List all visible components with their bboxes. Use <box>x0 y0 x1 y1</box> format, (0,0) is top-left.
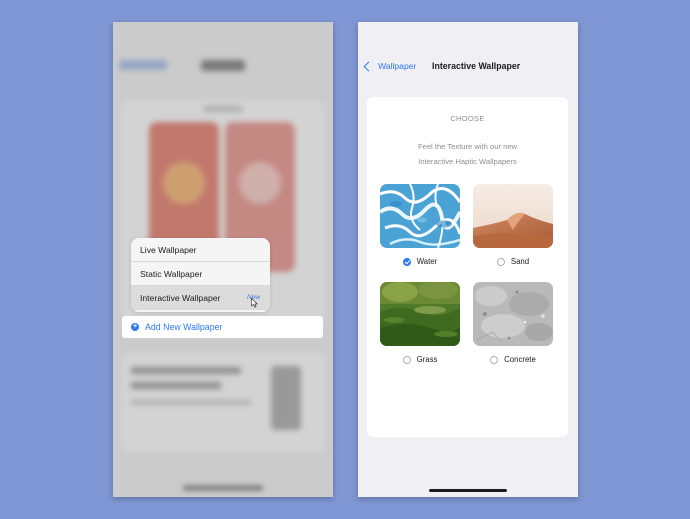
menu-item-interactive-wallpaper[interactable]: Interactive Wallpaper New <box>131 286 270 310</box>
concrete-texture-thumbnail[interactable] <box>473 282 553 346</box>
radio-unchecked-icon[interactable] <box>490 355 499 364</box>
option-label: Water <box>416 257 438 266</box>
description-line: Feel the Texture with our new <box>417 142 518 151</box>
chevron-left-icon <box>363 61 374 71</box>
right-phone-screen: Wallpaper Interactive Wallpaper CHOOSE F… <box>358 22 578 497</box>
page-title: Interactive Wallpaper <box>432 61 521 71</box>
menu-item-label: Interactive Wallpaper <box>140 293 221 303</box>
add-new-wallpaper-label: Add New Wallpaper <box>145 322 223 332</box>
sand-texture-thumbnail[interactable] <box>473 184 553 248</box>
grass-texture-thumbnail[interactable] <box>380 282 460 346</box>
option-water-label-row: Water <box>380 257 460 266</box>
menu-item-label: Static Wallpaper <box>140 269 203 279</box>
back-button[interactable]: Wallpaper <box>362 58 416 74</box>
chooser-description: Feel the Texture with our new Interactiv… <box>367 139 568 169</box>
back-button-label: Wallpaper <box>378 61 417 71</box>
option-label: Sand <box>510 257 530 266</box>
add-new-wallpaper-button[interactable]: + Add New Wallpaper <box>122 316 323 338</box>
option-sand[interactable]: Sand <box>473 184 553 266</box>
menu-item-label: Live Wallpaper <box>140 245 197 255</box>
radio-unchecked-icon[interactable] <box>496 257 505 266</box>
option-water[interactable]: Water <box>380 184 460 266</box>
option-concrete-label-row: Concrete <box>473 355 553 364</box>
radio-checked-icon[interactable] <box>402 257 411 266</box>
mouse-pointer-icon <box>251 298 259 308</box>
section-header: CHOOSE <box>450 114 485 123</box>
description-line: Interactive Haptic Wallpapers <box>418 157 517 166</box>
water-texture-thumbnail[interactable] <box>380 184 460 248</box>
radio-unchecked-icon[interactable] <box>402 355 411 364</box>
navigation-bar: Wallpaper Interactive Wallpaper <box>358 58 578 74</box>
option-grass-label-row: Grass <box>380 355 460 364</box>
left-phone-screen: Live Wallpaper Static Wallpaper Interact… <box>113 22 333 497</box>
option-label: Grass <box>416 355 438 364</box>
option-grass[interactable]: Grass <box>380 282 460 364</box>
home-indicator <box>429 489 507 492</box>
plus-circle-icon: + <box>131 323 139 331</box>
wallpaper-chooser-card: CHOOSE Feel the Texture with our new Int… <box>367 97 568 437</box>
option-concrete[interactable]: Concrete <box>473 282 553 364</box>
wallpaper-type-menu: Live Wallpaper Static Wallpaper Interact… <box>131 238 270 312</box>
menu-item-live-wallpaper[interactable]: Live Wallpaper <box>131 238 270 262</box>
option-label: Concrete <box>504 355 536 364</box>
option-sand-label-row: Sand <box>473 257 553 266</box>
menu-item-static-wallpaper[interactable]: Static Wallpaper <box>131 262 270 286</box>
